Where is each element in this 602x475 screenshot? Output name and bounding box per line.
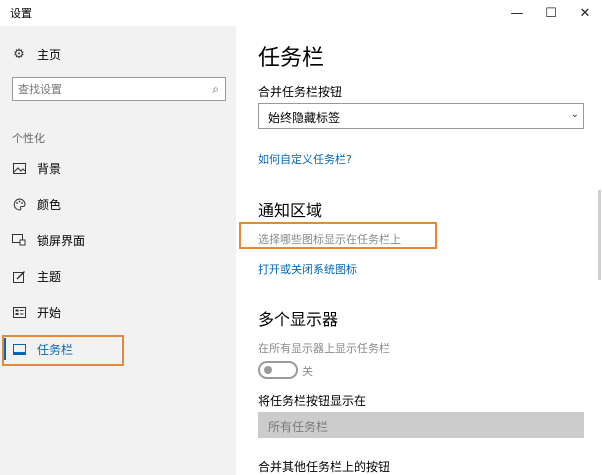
show-on-all-displays-toggle[interactable] [258,361,298,379]
palette-icon [11,196,27,212]
toggle-state-label: 关 [302,365,313,378]
sidebar-item-label: 主页 [37,47,62,62]
dropdown-value: 始终隐藏标签 [268,111,341,125]
chevron-down-icon: ⌄ [570,109,579,120]
search-input[interactable] [18,80,198,98]
combine-buttons-dropdown[interactable]: 始终隐藏标签 ⌄ [258,103,584,129]
settings-window: 设置 — ☐ ✕ ⚙ 主页 ⌕ 个性化 背景 颜色 锁 [0,0,602,475]
multiple-displays-title: 多个显示器 [258,310,339,329]
maximize-button[interactable]: ☐ [534,0,568,26]
picture-icon [11,160,27,176]
show-buttons-on-label: 将任务栏按钮显示在 [258,394,367,408]
show-buttons-on-dropdown[interactable]: 所有任务栏 [258,412,584,438]
sidebar-item-home[interactable]: ⚙ 主页 [0,39,236,69]
section-label-personalization: 个性化 [12,132,45,145]
title-bar: 设置 — ☐ ✕ [0,0,602,26]
window-title: 设置 [10,7,32,20]
close-icon: ✕ [579,5,591,21]
search-icon[interactable]: ⌕ [212,82,219,97]
highlight-box-taskbar [2,335,124,366]
toggle-knob [264,366,272,374]
sidebar-item-background[interactable]: 背景 [0,153,236,183]
highlight-box-select-icons [239,222,437,249]
start-menu-icon [11,304,27,320]
sidebar-item-label: 锁屏界面 [37,233,86,248]
page-title: 任务栏 [258,46,325,71]
sidebar-item-label: 颜色 [37,197,62,212]
minimize-button[interactable]: — [500,0,534,26]
sidebar-item-themes[interactable]: 主题 [0,261,236,291]
lock-screen-icon [11,232,27,248]
minimize-icon: — [510,5,524,21]
maximize-icon: ☐ [545,5,557,21]
scrollbar[interactable] [598,190,601,280]
notification-area-title: 通知区域 [258,201,323,220]
system-icons-link[interactable]: 打开或关闭系统图标 [258,261,357,277]
gear-icon: ⚙ [13,46,25,62]
customize-taskbar-link[interactable]: 如何自定义任务栏? [258,151,352,167]
sidebar-item-start[interactable]: 开始 [0,297,236,327]
combine-other-taskbars-label: 合并其他任务栏上的按钮 [258,460,391,474]
close-button[interactable]: ✕ [568,0,602,26]
search-box[interactable]: ⌕ [12,77,226,101]
sidebar-item-lock-screen[interactable]: 锁屏界面 [0,225,236,255]
dropdown-value: 所有任务栏 [268,420,329,434]
sidebar-item-colors[interactable]: 颜色 [0,189,236,219]
theme-icon [11,268,27,284]
combine-buttons-label: 合并任务栏按钮 [258,85,343,99]
sidebar-item-label: 开始 [37,305,62,320]
sidebar-item-label: 主题 [37,269,62,284]
show-on-all-displays-label: 在所有显示器上显示任务栏 [258,342,390,355]
sidebar-item-label: 背景 [37,161,62,176]
